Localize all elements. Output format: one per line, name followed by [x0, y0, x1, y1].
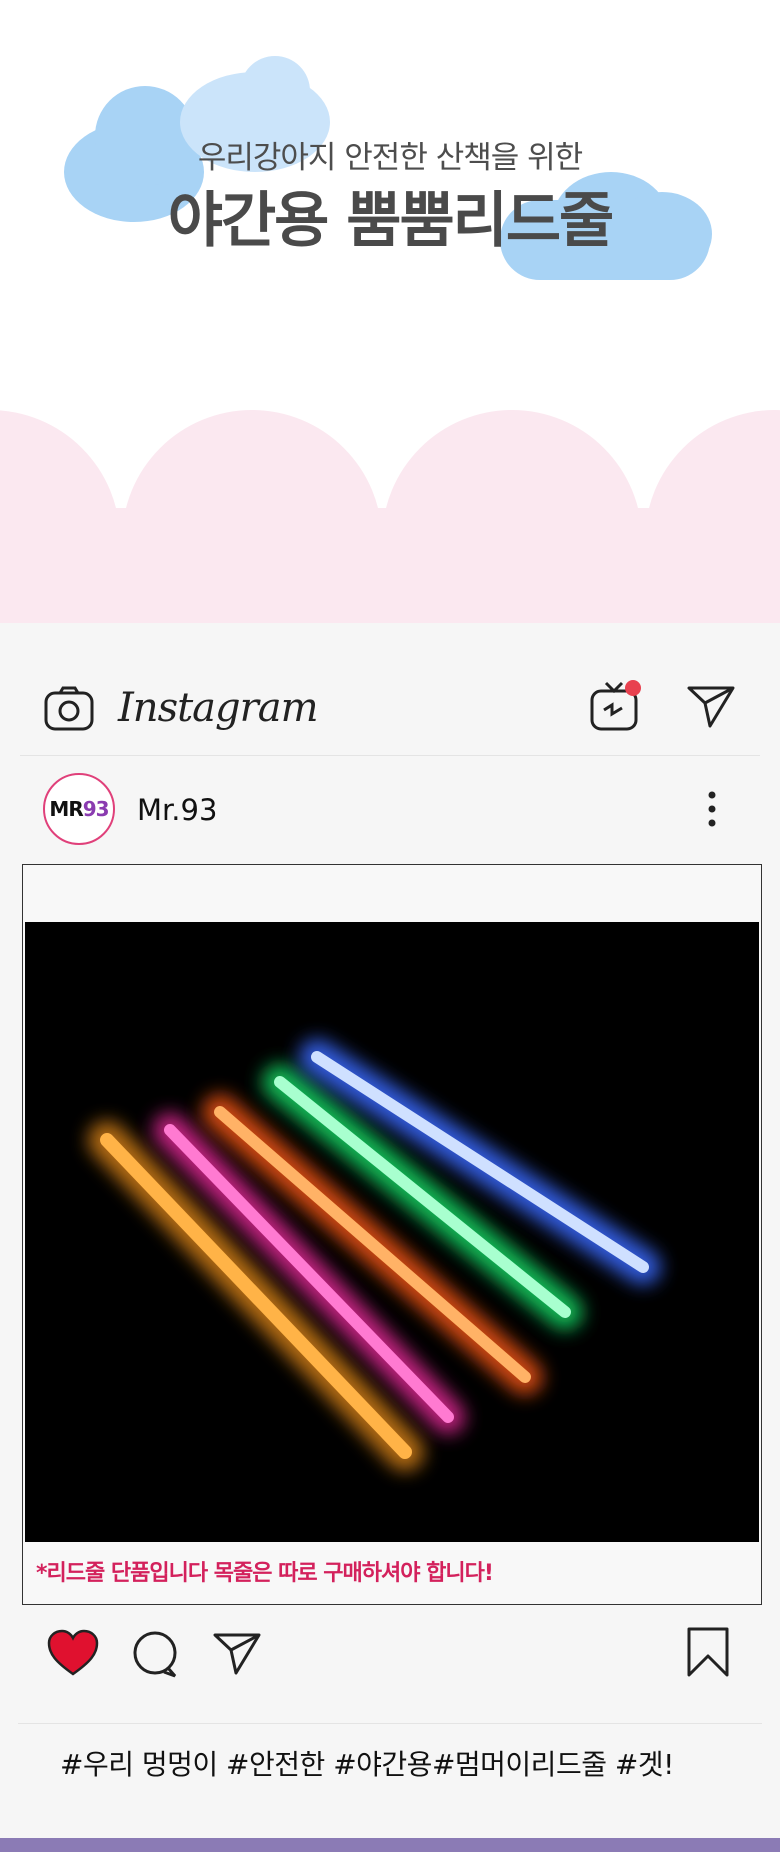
cloud-left-light: [240, 56, 310, 126]
post-actions: [0, 1618, 780, 1688]
instagram-post: Instagram MR 93 Mr.93 *리드줄 단품입니다 목줄은 따로 …: [0, 623, 780, 1838]
bookmark-icon[interactable]: [686, 1626, 730, 1678]
username[interactable]: Mr.93: [137, 793, 217, 827]
hero-title: 야간용 뿜뿜리드줄: [167, 186, 615, 256]
product-notice: *리드줄 단품입니다 목줄은 따로 구매하셔야 합니다!: [36, 1561, 494, 1586]
post-header: MR 93 Mr.93: [0, 773, 780, 853]
instagram-logo: Instagram: [118, 685, 319, 731]
hero-banner: 우리강아지 안전한 산책을 위한 야간용 뿜뿜리드줄: [0, 0, 780, 400]
divider: [20, 755, 760, 756]
post-caption: #우리 멍멍이 #안전한 #야간용#멈머이리드줄 #겟!: [60, 1748, 674, 1781]
bottom-bar: [0, 1838, 780, 1852]
product-photo: [25, 922, 759, 1542]
divider: [18, 1723, 762, 1724]
avatar-text-mr: MR: [49, 797, 83, 821]
instagram-topbar: Instagram: [0, 665, 780, 745]
comment-icon[interactable]: [131, 1630, 181, 1680]
avatar-text-93: 93: [82, 797, 110, 821]
camera-icon[interactable]: [44, 685, 94, 731]
heart-icon[interactable]: [46, 1628, 100, 1678]
avatar[interactable]: MR 93: [43, 773, 115, 845]
send-icon[interactable]: [686, 683, 736, 729]
pink-scallop-divider: [0, 398, 780, 623]
send-icon[interactable]: [212, 1630, 262, 1676]
igtv-icon[interactable]: [588, 677, 644, 733]
hero-subtitle: 우리강아지 안전한 산책을 위한: [197, 140, 583, 176]
more-vertical-icon[interactable]: [700, 787, 724, 831]
post-image-frame: *리드줄 단품입니다 목줄은 따로 구매하셔야 합니다!: [22, 864, 762, 1605]
